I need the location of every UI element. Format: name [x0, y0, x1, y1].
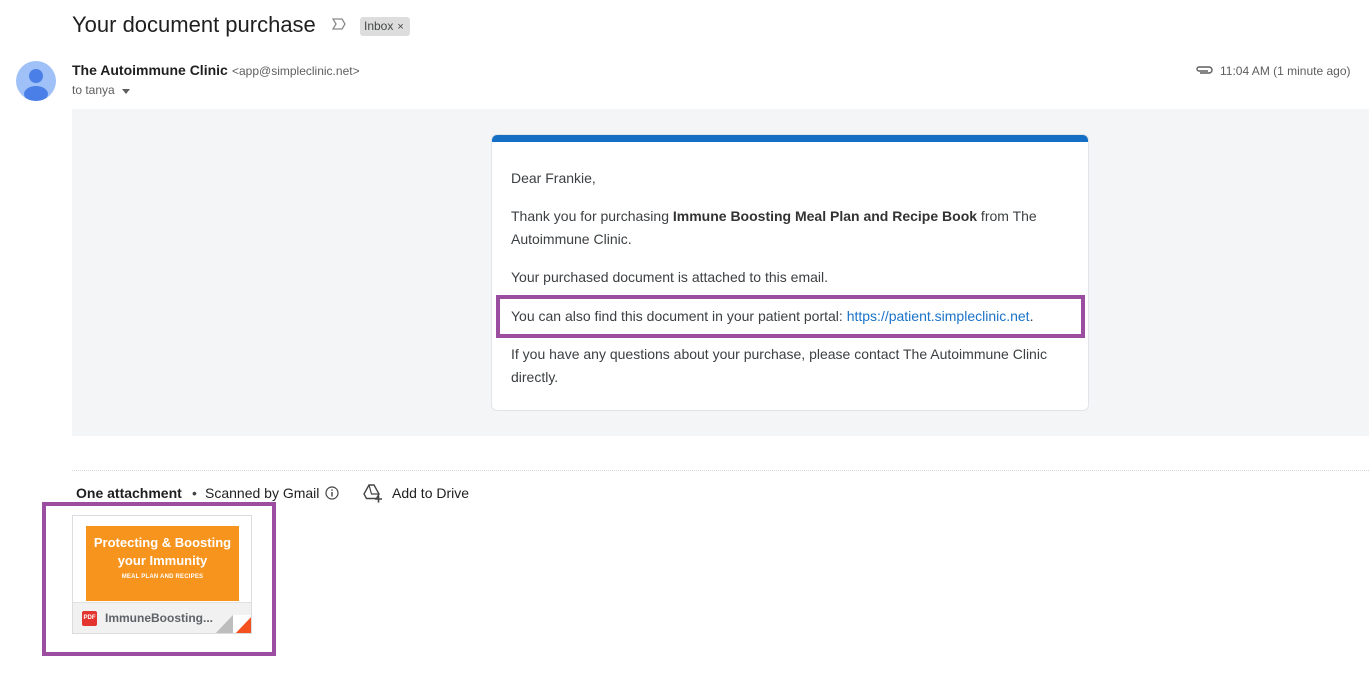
timestamp: 11:04 AM (1 minute ago) [1220, 64, 1351, 78]
add-to-drive-icon[interactable] [362, 483, 383, 503]
message-card: Dear Frankie, Thank you for purchasing I… [491, 134, 1089, 411]
product-name: Immune Boosting Meal Plan and Recipe Boo… [672, 208, 978, 224]
attached-note: Your purchased document is attached to t… [511, 269, 829, 285]
sender-email: <app@simpleclinic.net> [232, 64, 360, 78]
portal-highlight-box [496, 295, 1085, 338]
email-subject: Your document purchase [72, 12, 316, 37]
caret-down-icon[interactable] [121, 86, 131, 96]
remove-label-button[interactable]: × [397, 21, 403, 33]
importance-marker-icon[interactable] [332, 17, 346, 31]
info-icon[interactable] [325, 486, 339, 500]
attachment-count: One attachment [76, 485, 182, 501]
sender-avatar[interactable] [16, 61, 56, 101]
attachments-divider [72, 470, 1369, 471]
inbox-label-text: Inbox [364, 19, 394, 33]
attachment-highlight-box [42, 502, 276, 656]
thanks-prefix: Thank you for purchasing [511, 208, 673, 224]
add-to-drive-button[interactable]: Add to Drive [392, 485, 469, 501]
separator-dot: • [192, 485, 197, 501]
thanks-paragraph: Thank you for purchasing Immune Boosting… [511, 205, 1071, 251]
questions-paragraph: If you have any questions about your pur… [511, 346, 1047, 385]
sender-name[interactable]: The Autoimmune Clinic [72, 62, 228, 78]
paperclip-icon [1196, 66, 1213, 74]
inbox-label-chip[interactable]: Inbox × [360, 17, 410, 36]
user-avatar-icon [24, 69, 48, 101]
recipient-line: to tanya [72, 83, 115, 97]
card-accent-bar [492, 135, 1088, 142]
scanned-by-gmail: Scanned by Gmail [205, 485, 320, 501]
greeting: Dear Frankie, [511, 170, 596, 186]
